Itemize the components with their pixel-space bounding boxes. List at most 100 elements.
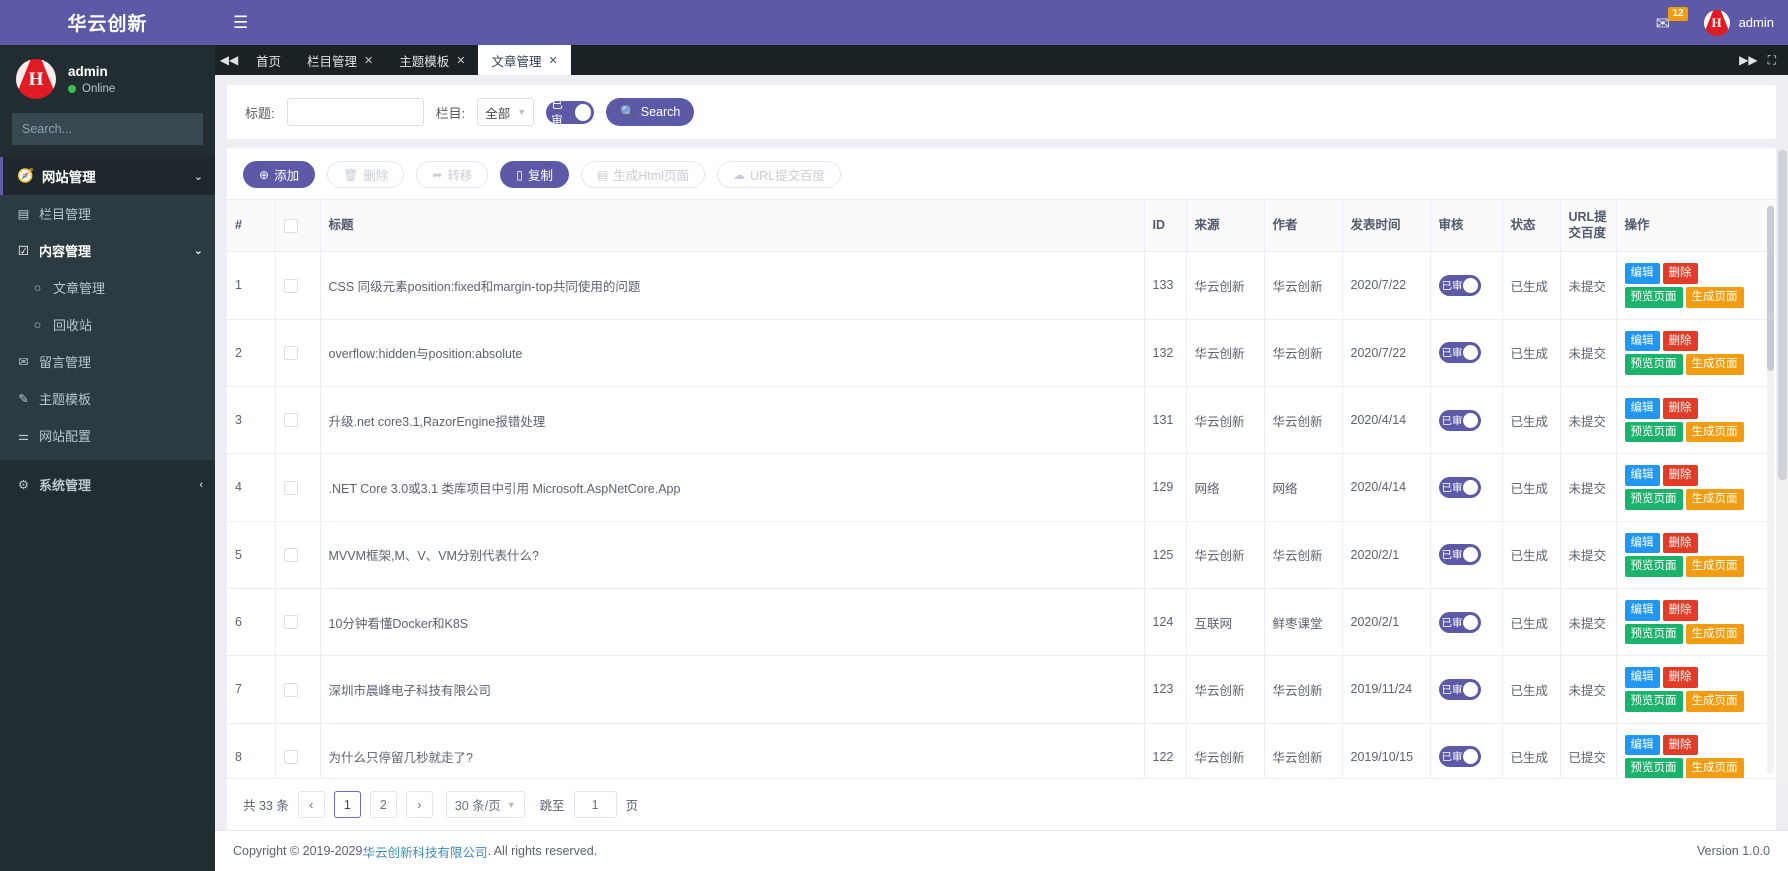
edit-button[interactable]: 编辑 xyxy=(1624,397,1660,419)
generate-page-button[interactable]: 生成页面 xyxy=(1685,488,1744,510)
delete-button[interactable]: 删除 xyxy=(1662,465,1698,486)
preview-page-button[interactable]: 预览页面 xyxy=(1624,421,1683,443)
table-row[interactable]: 4 .NET Core 3.0或3.1 类库项目中引用 Microsoft.Asp… xyxy=(227,453,1776,522)
edit-button[interactable]: 编辑 xyxy=(1624,599,1660,621)
delete-button[interactable]: 删除 xyxy=(1662,667,1698,688)
audit-toggle[interactable]: 已审 xyxy=(1438,678,1481,700)
sidebar-item-system-management[interactable]: ⚙ 系统管理 ‹ xyxy=(0,466,215,503)
audit-toggle[interactable]: 已审 xyxy=(1438,746,1481,768)
row-checkbox[interactable] xyxy=(283,278,298,293)
sidebar-item-content-management[interactable]: ☑ 内容管理 ⌄ xyxy=(0,232,215,269)
generate-page-button[interactable]: 生成页面 xyxy=(1685,623,1744,645)
delete-button[interactable]: 删除 xyxy=(1662,599,1698,621)
sidebar-item-article-management[interactable]: ○ 文章管理 xyxy=(0,269,215,306)
audit-toggle[interactable]: 已审 xyxy=(1438,544,1481,566)
pagination-next-button[interactable]: › xyxy=(405,791,433,818)
table-row[interactable]: 5 MVVM框架,M、V、VM分别代表什么? 125 华云创新 华云创新 2020/2/1… xyxy=(227,521,1776,589)
sidebar-item-theme-template[interactable]: ✎ 主题模板 xyxy=(0,380,215,417)
table-row[interactable]: 3 升级.net core3.1,RazorEngine报错处理 131 华云创新 华云… xyxy=(227,386,1776,455)
sidebar-item-site-config[interactable]: ⚌ 网站配置 xyxy=(0,417,215,454)
delete-button[interactable]: 删除 xyxy=(1662,330,1698,352)
preview-page-button[interactable]: 预览页面 xyxy=(1624,556,1683,577)
search-button[interactable]: 🔍 Search xyxy=(606,98,695,126)
pagination-prev-button[interactable]: ‹ xyxy=(297,791,325,818)
pagination-jump-input[interactable] xyxy=(573,791,617,818)
notifications-button[interactable]: ✉ 12 xyxy=(1656,6,1688,35)
generate-page-button[interactable]: 生成页面 xyxy=(1685,758,1744,778)
tab-theme-template[interactable]: 主题模板 ✕ xyxy=(386,45,478,75)
pagination-page-1[interactable]: 1 xyxy=(333,791,361,818)
audit-toggle[interactable]: 已审 xyxy=(1438,409,1481,431)
page-size-select[interactable]: 30 条/页 ▼ xyxy=(445,791,525,818)
copy-button[interactable]: ▯ 复制 xyxy=(500,161,570,188)
close-icon[interactable]: ✕ xyxy=(456,54,465,67)
tab-home[interactable]: 首页 xyxy=(243,45,294,75)
delete-button[interactable]: 删除 xyxy=(1662,532,1698,554)
edit-button[interactable]: 编辑 xyxy=(1624,465,1660,486)
table-vertical-scrollbar[interactable] xyxy=(1767,204,1774,774)
generate-page-button[interactable]: 生成页面 xyxy=(1685,690,1744,712)
row-checkbox[interactable] xyxy=(283,548,298,563)
table-row[interactable]: 7 深圳市晨峰电子科技有限公司 123 华云创新 华云创新 2019/11/24 已审 已生成… xyxy=(227,655,1776,724)
fullscreen-icon[interactable]: ⛶ xyxy=(1768,53,1776,68)
generate-page-button[interactable]: 生成页面 xyxy=(1685,286,1744,308)
generate-page-button[interactable]: 生成页面 xyxy=(1685,354,1744,375)
sidebar-item-message-management[interactable]: ✉ 留言管理 xyxy=(0,343,215,380)
topbar-user-menu[interactable]: H admin xyxy=(1703,9,1774,36)
add-button[interactable]: ⊕ 添加 xyxy=(243,161,316,188)
pagination-page-2[interactable]: 2 xyxy=(369,791,397,818)
sidebar-item-recycle-bin[interactable]: ○ 回收站 xyxy=(0,306,215,343)
table-row[interactable]: 8 为什么只停留几秒就走了? 122 华云创新 华云创新 2019/10/15 已审 已生成已… xyxy=(227,723,1776,778)
edit-button[interactable]: 编辑 xyxy=(1624,734,1660,756)
submit-url-baidu-button[interactable]: ☁ URL提交百度 xyxy=(717,161,842,188)
row-checkbox[interactable] xyxy=(283,682,298,697)
company-link[interactable]: 华云创新科技有限公司 xyxy=(362,842,487,861)
edit-button[interactable]: 编辑 xyxy=(1624,263,1660,284)
sidebar-search-input[interactable] xyxy=(12,113,203,145)
close-icon[interactable]: ✕ xyxy=(364,54,373,67)
table-row[interactable]: 2 overflow:hidden与position:absolute 132 华云创… xyxy=(227,319,1776,387)
audit-toggle[interactable]: 已审 xyxy=(1438,274,1481,296)
column-filter-select[interactable]: 全部 ▼ xyxy=(477,98,535,126)
edit-button[interactable]: 编辑 xyxy=(1624,330,1660,352)
tabs-scroll-left-button[interactable]: ◀◀ xyxy=(215,45,243,75)
tab-column-management[interactable]: 栏目管理 ✕ xyxy=(294,45,386,75)
preview-page-button[interactable]: 预览页面 xyxy=(1624,286,1683,308)
delete-button[interactable]: 删除 xyxy=(1662,397,1698,419)
audit-toggle[interactable]: 已审 xyxy=(1438,476,1481,498)
tab-article-management[interactable]: 文章管理 ✕ xyxy=(478,45,571,75)
audit-filter-toggle[interactable]: 已审 xyxy=(546,99,595,127)
generate-page-button[interactable]: 生成页面 xyxy=(1685,556,1744,577)
row-checkbox[interactable] xyxy=(283,480,298,495)
hamburger-menu-icon[interactable]: ☰ xyxy=(233,14,248,31)
generate-html-button[interactable]: ▤ 生成Html页面 xyxy=(581,161,706,188)
preview-page-button[interactable]: 预览页面 xyxy=(1624,623,1683,645)
delete-button[interactable]: 删除 xyxy=(1662,734,1698,756)
preview-page-button[interactable]: 预览页面 xyxy=(1624,354,1683,375)
edit-button[interactable]: 编辑 xyxy=(1624,667,1660,688)
select-all-checkbox[interactable] xyxy=(283,218,298,233)
sidebar-item-site-management[interactable]: 🧭 网站管理 ⌄ xyxy=(0,157,215,195)
delete-button[interactable]: 🗑 删除 xyxy=(327,161,405,188)
scrollbar-thumb[interactable] xyxy=(1767,206,1774,371)
row-checkbox[interactable] xyxy=(283,750,298,765)
preview-page-button[interactable]: 预览页面 xyxy=(1624,690,1683,712)
table-row[interactable]: 6 10分钟看懂Docker和K8S 124 互联网 鲜枣课堂 2020/2/1 已审 已生成… xyxy=(227,588,1776,657)
delete-button[interactable]: 删除 xyxy=(1662,263,1698,284)
generate-page-button[interactable]: 生成页面 xyxy=(1685,421,1744,443)
preview-page-button[interactable]: 预览页面 xyxy=(1624,488,1683,510)
brand-logo[interactable]: 华云创新 xyxy=(0,0,215,45)
audit-toggle[interactable]: 已审 xyxy=(1438,342,1481,364)
tabs-scroll-right-button[interactable]: ▶▶ xyxy=(1739,53,1757,67)
edit-button[interactable]: 编辑 xyxy=(1624,532,1660,554)
page-scrollbar-thumb[interactable] xyxy=(1778,150,1787,480)
table-row[interactable]: 1 CSS 同级元素position:fixed和margin-top共同使用的问… xyxy=(227,251,1776,320)
sidebar-item-column-management[interactable]: ▤ 栏目管理 xyxy=(0,195,215,232)
page-vertical-scrollbar[interactable] xyxy=(1777,150,1788,789)
row-checkbox[interactable] xyxy=(283,346,298,361)
row-checkbox[interactable] xyxy=(283,413,298,428)
preview-page-button[interactable]: 预览页面 xyxy=(1624,758,1683,778)
title-filter-input[interactable] xyxy=(286,98,424,126)
transfer-button[interactable]: ➦ 转移 xyxy=(416,161,489,188)
close-icon[interactable]: ✕ xyxy=(549,54,558,67)
